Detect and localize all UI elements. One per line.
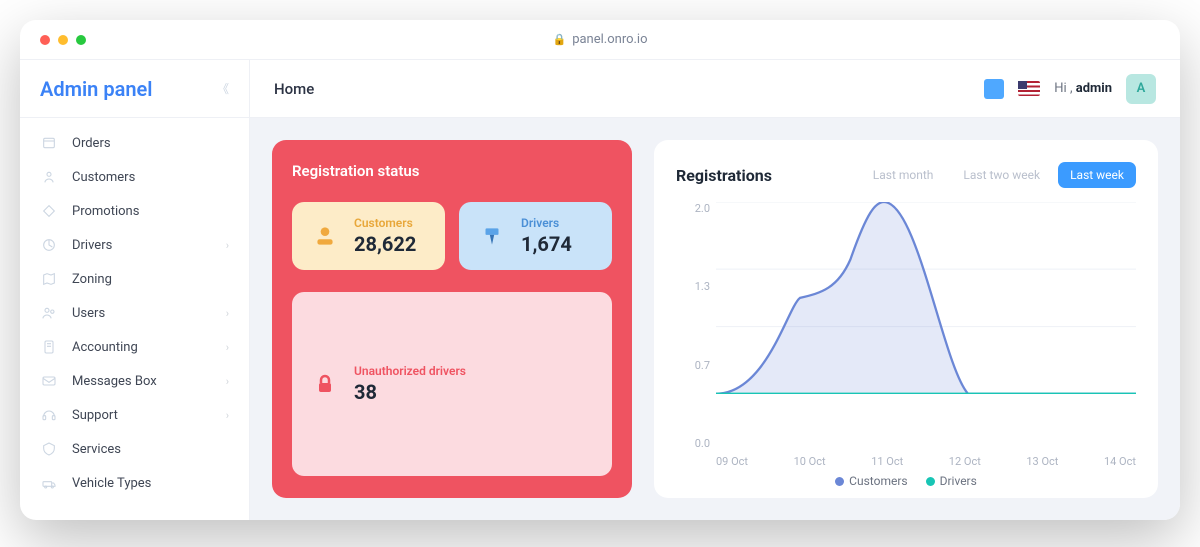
y-tick-label: 1.3 — [676, 280, 710, 293]
avatar[interactable]: A — [1126, 74, 1156, 104]
stat-unauthorized-value: 38 — [354, 380, 466, 404]
stat-customers-value: 28,622 — [354, 232, 416, 256]
maximize-window-icon[interactable] — [76, 35, 86, 45]
chevron-right-icon: › — [226, 307, 229, 320]
sidebar-item-label: Customers — [72, 170, 135, 185]
sidebar-item-label: Zoning — [72, 272, 112, 287]
y-tick-label: 0.7 — [676, 359, 710, 372]
chart-title: Registrations — [676, 166, 772, 185]
messages-icon — [40, 372, 58, 390]
driver-icon — [475, 219, 509, 253]
stat-unauthorized: Unauthorized drivers 38 — [292, 292, 612, 476]
sidebar-item-accounting[interactable]: Accounting › — [20, 330, 249, 364]
sidebar-item-label: Accounting — [72, 340, 138, 355]
sidebar-item-label: Promotions — [72, 204, 139, 219]
chevron-right-icon: › — [226, 239, 229, 252]
greeting: Hi , admin — [1054, 81, 1112, 96]
sidebar-item-label: Services — [72, 442, 121, 457]
browser-window: 🔒 panel.onro.io Admin panel 《 Orders Cust… — [20, 20, 1180, 520]
sidebar-item-label: Drivers — [72, 238, 112, 253]
registration-status-title: Registration status — [292, 162, 612, 180]
range-tab-last-month[interactable]: Last month — [861, 162, 946, 188]
y-tick-label: 0.0 — [676, 437, 710, 450]
lock-icon: 🔒 — [552, 33, 566, 46]
vehicle-icon — [40, 474, 58, 492]
chat-icon[interactable] — [984, 79, 1004, 99]
stat-drivers-value: 1,674 — [521, 232, 572, 256]
sidebar-item-orders[interactable]: Orders — [20, 126, 249, 160]
support-icon — [40, 406, 58, 424]
x-tick-label: 12 Oct — [949, 455, 981, 468]
x-tick-label: 10 Oct — [794, 455, 826, 468]
sidebar-item-label: Vehicle Types — [72, 476, 151, 491]
range-tab-last-week[interactable]: Last week — [1058, 162, 1136, 188]
sidebar-item-messages[interactable]: Messages Box › — [20, 364, 249, 398]
chart-svg — [716, 202, 1136, 394]
sidebar-header: Admin panel 《 — [20, 60, 249, 118]
registrations-chart-card: Registrations Last monthLast two weekLas… — [654, 140, 1158, 498]
chart-legend: Customers Drivers — [676, 474, 1136, 488]
services-icon — [40, 440, 58, 458]
sidebar-item-zoning[interactable]: Zoning — [20, 262, 249, 296]
registration-status-card: Registration status Customers 28,622 — [272, 140, 632, 498]
person-icon — [308, 219, 342, 253]
window-controls — [40, 35, 86, 45]
chevron-right-icon: › — [226, 409, 229, 422]
language-flag-icon[interactable] — [1018, 81, 1040, 96]
x-tick-label: 11 Oct — [871, 455, 903, 468]
sidebar-item-label: Support — [72, 408, 118, 423]
sidebar-item-users[interactable]: Users › — [20, 296, 249, 330]
chart-area: 2.0 1.3 0.7 0.0 09 Oct 10 Oct 11 Oct 12 Oct 13 … — [676, 202, 1136, 476]
x-tick-label: 14 Oct — [1104, 455, 1136, 468]
close-window-icon[interactable] — [40, 35, 50, 45]
sidebar-item-label: Users — [72, 306, 105, 321]
x-tick-label: 09 Oct — [716, 455, 748, 468]
breadcrumb: Home — [274, 80, 314, 98]
sidebar-item-customers[interactable]: Customers — [20, 160, 249, 194]
sidebar-item-label: Messages Box — [72, 374, 157, 389]
brand-title: Admin panel — [40, 77, 152, 101]
stat-drivers-label: Drivers — [521, 216, 572, 230]
accounting-icon — [40, 338, 58, 356]
x-tick-label: 13 Oct — [1026, 455, 1058, 468]
sidebar-nav: Orders Customers Promotions Drivers › Zoning U… — [20, 118, 249, 520]
chevron-right-icon: › — [226, 375, 229, 388]
stat-customers-label: Customers — [354, 216, 416, 230]
y-tick-label: 2.0 — [676, 202, 710, 215]
sidebar-item-services[interactable]: Services — [20, 432, 249, 466]
orders-icon — [40, 134, 58, 152]
topbar: Home Hi , admin A — [250, 60, 1180, 118]
chevron-right-icon: › — [226, 341, 229, 354]
collapse-sidebar-icon[interactable]: 《 — [217, 80, 229, 97]
stat-customers: Customers 28,622 — [292, 202, 445, 270]
range-tab-last-two-week[interactable]: Last two week — [951, 162, 1052, 188]
greeting-prefix: Hi , — [1054, 81, 1072, 96]
zoning-icon — [40, 270, 58, 288]
customers-icon — [40, 168, 58, 186]
url-text: panel.onro.io — [572, 32, 647, 47]
lock-alert-icon — [308, 367, 342, 401]
sidebar-item-promotions[interactable]: Promotions — [20, 194, 249, 228]
sidebar-item-drivers[interactable]: Drivers › — [20, 228, 249, 262]
legend-item: Customers — [835, 474, 907, 488]
greeting-user: admin — [1076, 81, 1112, 96]
sidebar: Admin panel 《 Orders Customers Promotions D… — [20, 60, 250, 520]
title-bar: 🔒 panel.onro.io — [20, 20, 1180, 60]
address-bar: 🔒 panel.onro.io — [552, 32, 647, 47]
chart-range-tabs: Last monthLast two weekLast week — [861, 162, 1136, 188]
drivers-icon — [40, 236, 58, 254]
sidebar-item-support[interactable]: Support › — [20, 398, 249, 432]
stat-unauthorized-label: Unauthorized drivers — [354, 364, 466, 378]
legend-item: Drivers — [926, 474, 977, 488]
minimize-window-icon[interactable] — [58, 35, 68, 45]
sidebar-item-vehicle[interactable]: Vehicle Types — [20, 466, 249, 500]
users-icon — [40, 304, 58, 322]
main-area: Home Hi , admin A Registration status — [250, 60, 1180, 520]
promotions-icon — [40, 202, 58, 220]
sidebar-item-label: Orders — [72, 136, 111, 151]
stat-drivers: Drivers 1,674 — [459, 202, 612, 270]
